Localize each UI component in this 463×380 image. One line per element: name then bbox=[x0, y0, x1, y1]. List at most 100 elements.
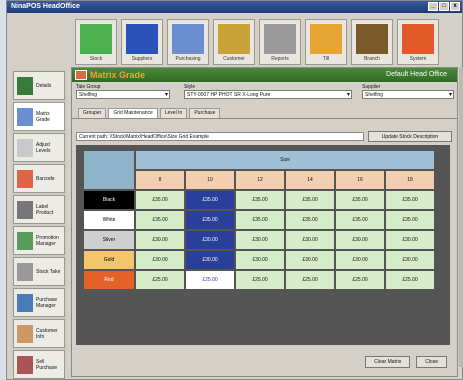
sidebar-item-purchase-manager[interactable]: Purchase Manager bbox=[13, 288, 65, 317]
tab-level-in[interactable]: Level In bbox=[159, 108, 188, 118]
sidebar-item-label: Adjust Levels bbox=[36, 141, 51, 154]
matrix-cell[interactable]: £30.00 bbox=[186, 251, 234, 269]
matrix-cell[interactable]: £35.00 bbox=[336, 191, 384, 209]
matrix-cell[interactable]: £35.00 bbox=[236, 191, 284, 209]
sidebar: Details Matrix Grade Adjust Levels Barcode L… bbox=[11, 69, 67, 379]
matrix-cell[interactable]: £30.00 bbox=[336, 231, 384, 249]
maximize-button[interactable]: □ bbox=[439, 2, 449, 11]
matrix-cell[interactable]: £25.00 bbox=[186, 271, 234, 289]
tab-strip: Grouper Grid Maintenance Level In Purchase bbox=[72, 108, 457, 119]
sell-icon bbox=[17, 355, 33, 374]
sidebar-item-label: Promotion Manager bbox=[36, 234, 59, 247]
matrix-grid: Size 8 10 12 14 16 18 Black £35.00 £35.00 £35.00 £3… bbox=[82, 149, 436, 291]
stock-icon bbox=[80, 24, 112, 54]
matrix-cell[interactable]: £35.00 bbox=[386, 191, 434, 209]
filter-bar: Tale Group Shelfing Style STY-0007 HP PH… bbox=[72, 82, 457, 108]
matrix-cell[interactable]: £25.00 bbox=[386, 271, 434, 289]
matrix-cell[interactable]: £25.00 bbox=[336, 271, 384, 289]
sidebar-item-adjust-levels[interactable]: Adjust Levels bbox=[13, 133, 65, 162]
sidebar-item-barcode[interactable]: Barcode bbox=[13, 164, 65, 193]
current-path: Current path: \\Stock\Matrix\HeadOffice\… bbox=[76, 132, 364, 141]
size-header: 18 bbox=[386, 171, 434, 189]
matrix-cell[interactable]: £30.00 bbox=[236, 251, 284, 269]
sidebar-item-matrix-grade[interactable]: Matrix Grade bbox=[13, 102, 65, 131]
matrix-cell[interactable]: £35.00 bbox=[336, 211, 384, 229]
matrix-cell[interactable]: £35.00 bbox=[286, 191, 334, 209]
system-icon bbox=[402, 24, 434, 54]
toolbar-branch-button[interactable]: Branch bbox=[351, 19, 393, 65]
matrix-cell[interactable]: £35.00 bbox=[136, 191, 184, 209]
matrix-cell[interactable]: £30.00 bbox=[236, 231, 284, 249]
matrix-cell[interactable]: £35.00 bbox=[386, 211, 434, 229]
toolbar-label: Branch bbox=[364, 56, 380, 62]
tab-grouper[interactable]: Grouper bbox=[78, 108, 107, 118]
matrix-cell[interactable]: £35.00 bbox=[236, 211, 284, 229]
matrix-cell[interactable]: £30.00 bbox=[136, 231, 184, 249]
matrix-cell[interactable]: £35.00 bbox=[286, 211, 334, 229]
size-header: 8 bbox=[136, 171, 184, 189]
close-button[interactable]: Close bbox=[416, 356, 447, 368]
minimize-button[interactable]: _ bbox=[428, 2, 438, 11]
toolbar-label: Suppliers bbox=[131, 56, 153, 62]
sidebar-item-customer-info[interactable]: Customer Info bbox=[13, 319, 65, 348]
toolbar-label: Reports bbox=[271, 56, 289, 62]
matrix-cell[interactable]: £30.00 bbox=[286, 251, 334, 269]
matrix-cell[interactable]: £25.00 bbox=[236, 271, 284, 289]
close-window-button[interactable]: x bbox=[450, 2, 460, 11]
update-description-button[interactable]: Update Stock Description bbox=[368, 131, 452, 142]
stocktake-icon bbox=[17, 262, 33, 281]
matrix-cell[interactable]: £30.00 bbox=[386, 251, 434, 269]
clear-matrix-button[interactable]: Clear Matrix bbox=[365, 356, 411, 368]
window-title: NinaPOS HeadOffice bbox=[11, 3, 80, 10]
matrix-cell[interactable]: £35.00 bbox=[136, 211, 184, 229]
sidebar-item-details[interactable]: Details bbox=[13, 71, 65, 100]
side-scrollbar[interactable] bbox=[459, 67, 463, 367]
toolbar-till-button[interactable]: Till bbox=[305, 19, 347, 65]
customer-info-icon bbox=[17, 324, 33, 343]
size-axis-title: Size bbox=[136, 151, 434, 169]
toolbar-reports-button[interactable]: Reports bbox=[259, 19, 301, 65]
toolbar-suppliers-button[interactable]: Suppliers bbox=[121, 19, 163, 65]
colour-header: Gold bbox=[84, 251, 134, 269]
toolbar-label: System bbox=[409, 56, 427, 62]
tab-grid-maintenance[interactable]: Grid Maintenance bbox=[108, 108, 158, 118]
sidebar-item-promotion-manager[interactable]: Promotion Manager bbox=[13, 226, 65, 255]
matrix-cell[interactable]: £30.00 bbox=[336, 251, 384, 269]
matrix-cell[interactable]: £30.00 bbox=[136, 251, 184, 269]
size-header: 14 bbox=[286, 171, 334, 189]
matrix-cell[interactable]: £25.00 bbox=[286, 271, 334, 289]
style-select[interactable]: STY-0007 HP PHOT SR X-Long Pure bbox=[184, 90, 352, 99]
barcode-icon bbox=[17, 169, 33, 188]
sidebar-item-stock-take[interactable]: Stock Take bbox=[13, 257, 65, 286]
toolbar-purchasing-button[interactable]: Purchasing bbox=[167, 19, 209, 65]
purchase-manager-icon bbox=[17, 293, 33, 312]
label-icon bbox=[17, 200, 33, 219]
main-toolbar: Stock Suppliers Purchasing Customer Reports T… bbox=[69, 15, 453, 65]
toolbar-stock-button[interactable]: Stock bbox=[75, 19, 117, 65]
size-header: 16 bbox=[336, 171, 384, 189]
matrix-cell[interactable]: £25.00 bbox=[136, 271, 184, 289]
matrix-cell[interactable]: £35.00 bbox=[186, 211, 234, 229]
supplier-select[interactable]: Shelfing bbox=[362, 90, 454, 99]
toolbar-system-button[interactable]: System bbox=[397, 19, 439, 65]
toolbar-label: Customer bbox=[223, 56, 245, 62]
colour-header: White bbox=[84, 211, 134, 229]
matrix-icon bbox=[17, 107, 33, 126]
main-panel: Matrix Grade Default Head Office Tale Gr… bbox=[71, 67, 458, 377]
size-header: 12 bbox=[236, 171, 284, 189]
grid-corner bbox=[84, 151, 134, 189]
sidebar-item-label-product[interactable]: Label Product bbox=[13, 195, 65, 224]
matrix-cell[interactable]: £30.00 bbox=[386, 231, 434, 249]
matrix-cell[interactable]: £30.00 bbox=[186, 231, 234, 249]
tab-purchase[interactable]: Purchase bbox=[189, 108, 221, 118]
sidebar-item-sell-purchase[interactable]: Sell Purchase bbox=[13, 350, 65, 379]
matrix-cell[interactable]: £35.00 bbox=[186, 191, 234, 209]
group-select[interactable]: Shelfing bbox=[76, 90, 170, 99]
page-title: Matrix Grade bbox=[90, 70, 146, 80]
sidebar-item-label: Customer Info bbox=[36, 327, 58, 340]
title-bar: NinaPOS HeadOffice _ □ x bbox=[7, 1, 462, 13]
toolbar-customer-button[interactable]: Customer bbox=[213, 19, 255, 65]
toolbar-label: Stock bbox=[89, 56, 103, 62]
toolbar-label: Purchasing bbox=[175, 56, 201, 62]
matrix-cell[interactable]: £30.00 bbox=[286, 231, 334, 249]
